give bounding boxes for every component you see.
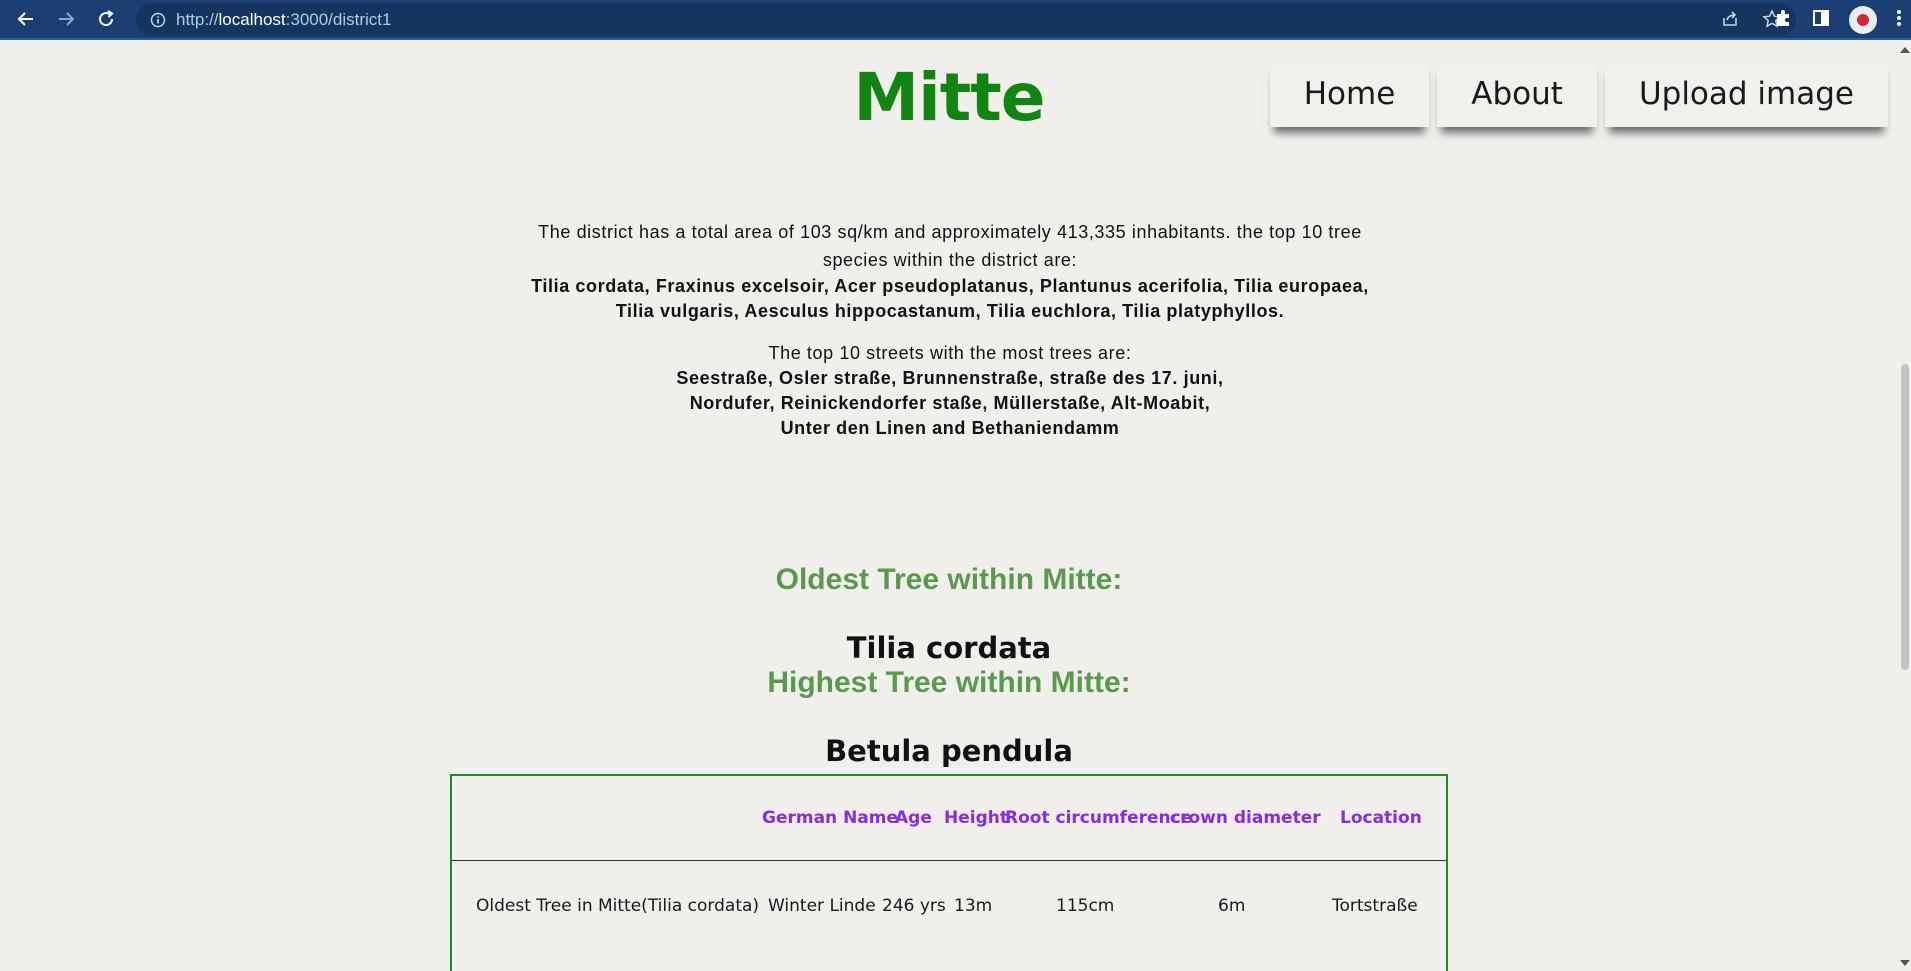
tree-table: German Name Age Height Root circumferenc…	[450, 774, 1448, 971]
td-age: 246 yrs	[882, 896, 946, 916]
side-panel-icon[interactable]	[1811, 8, 1831, 32]
url-text: http://localhost:3000/district1	[176, 9, 392, 29]
profile-avatar[interactable]	[1849, 6, 1877, 34]
oldest-tree-heading: Oldest Tree within Mitte:	[775, 563, 1123, 596]
top-streets-list: Seestraße, Osler straße, Brunnenstraße, …	[530, 366, 1370, 441]
address-bar[interactable]: http://localhost:3000/district1	[136, 3, 1796, 36]
nav-home-button[interactable]: Home	[1269, 60, 1430, 127]
scroll-up-icon[interactable]	[1900, 47, 1910, 53]
th-crown-diameter: crown diameter	[1170, 808, 1321, 828]
forward-icon[interactable]	[52, 5, 80, 33]
scrollbar-thumb[interactable]	[1901, 364, 1909, 670]
td-height: 13m	[954, 896, 993, 916]
back-icon[interactable]	[12, 5, 40, 33]
district-summary-text: The district has a total area of 103 sq/…	[538, 222, 1362, 270]
streets-line: Seestraße, Osler straße, Brunnenstraße, …	[676, 368, 1224, 388]
td-crown-diameter: 6m	[1218, 896, 1246, 916]
nav-upload-image-button[interactable]: Upload image	[1604, 60, 1888, 127]
browser-toolbar: http://localhost:3000/district1	[0, 0, 1911, 40]
top-streets: The top 10 streets with the most trees a…	[530, 340, 1370, 441]
streets-line: Unter den Linen and Bethaniendamm	[780, 418, 1120, 438]
td-german-name: Winter Linde	[768, 896, 876, 916]
th-root-circumference: Root circumference	[1005, 808, 1193, 828]
top-streets-heading: The top 10 streets with the most trees a…	[768, 343, 1132, 363]
district-description: The district has a total area of 103 sq/…	[530, 218, 1370, 324]
th-height: Height	[944, 808, 1008, 828]
oldest-tree-species: Tilia cordata	[846, 631, 1052, 665]
page-scrollbar[interactable]	[1898, 42, 1911, 971]
extensions-icon[interactable]	[1773, 8, 1793, 32]
th-location: Location	[1340, 808, 1422, 828]
highest-tree-heading: Highest Tree within Mitte:	[767, 666, 1131, 699]
share-icon[interactable]	[1720, 9, 1740, 33]
reload-icon[interactable]	[92, 5, 120, 33]
profile-bird-icon	[1857, 14, 1869, 26]
menu-kebab-icon[interactable]	[1895, 8, 1903, 32]
scroll-down-icon[interactable]	[1900, 960, 1910, 966]
highest-tree-species: Betula pendula	[825, 734, 1073, 768]
nav-about-button[interactable]: About	[1437, 60, 1597, 127]
top-species-list: Tilia cordata, Fraxinus excelsoir, Acer …	[531, 276, 1369, 321]
table-header-row: German Name Age Height Root circumferenc…	[452, 776, 1446, 861]
td-label: Oldest Tree in Mitte(Tilia cordata)	[476, 896, 760, 916]
th-age: Age	[895, 808, 932, 828]
top-nav: Home About Upload image	[1269, 60, 1888, 127]
streets-line: Nordufer, Reinickendorfer staße, Müllers…	[689, 393, 1211, 413]
site-info-icon[interactable]	[150, 12, 166, 28]
td-location: Tortstraße	[1332, 896, 1418, 916]
th-german-name: German Name	[762, 808, 899, 828]
page-content: Mitte Home About Upload image The distri…	[0, 42, 1898, 971]
td-root-circumference: 115cm	[1056, 896, 1115, 916]
